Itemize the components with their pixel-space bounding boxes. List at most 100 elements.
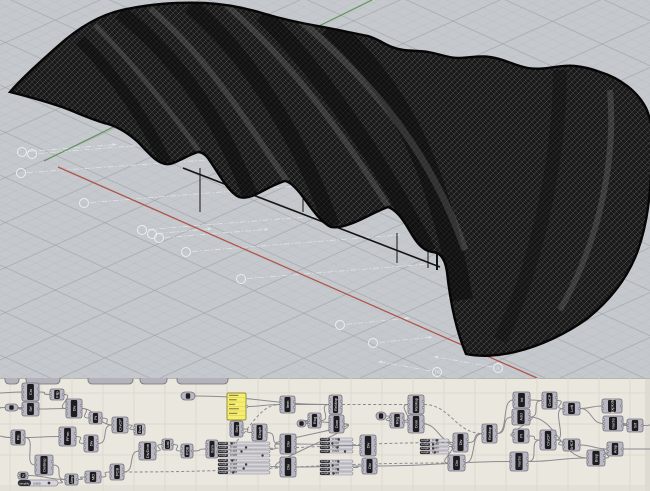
clipped-component-top[interactable] <box>140 378 167 384</box>
gh-node-ccp3[interactable]: CrvCP <box>540 430 557 450</box>
gh-node-rng1[interactable]: Rng <box>308 413 322 428</box>
gh-node-pob[interactable]: POB <box>181 444 194 458</box>
gh-node-ccp2[interactable]: CrvCP <box>542 392 558 409</box>
gh-node-rmp3[interactable]: ReMap <box>482 424 498 443</box>
gh-node-div7[interactable]: Div <box>453 433 469 452</box>
gh-number-slider[interactable]: Length0.380 <box>218 466 270 470</box>
gh-node-num[interactable]: N <box>18 472 29 479</box>
slider-grip[interactable] <box>344 450 346 452</box>
gh-node-dom2[interactable]: Dom <box>408 415 425 433</box>
gh-node-div3[interactable]: Div <box>280 434 297 454</box>
gh-node-sgC[interactable]: Length0.398Length0.020Length0.318Length3… <box>320 437 353 453</box>
gh-node-nrb1[interactable]: Nurbs <box>510 452 529 471</box>
gh-node-label: Div <box>454 460 459 466</box>
gh-node-nrb2[interactable]: Nurbs <box>603 416 624 431</box>
slider-grip[interactable] <box>240 450 242 452</box>
gh-node-exp[interactable]: Explode <box>602 398 623 413</box>
gh-node-itm2[interactable]: Item <box>280 396 296 413</box>
gh-node-pln[interactable]: Pln <box>11 430 26 445</box>
grid-bubble-label: 10 <box>435 370 440 375</box>
gh-node-ccp1[interactable]: CrvCP <box>112 417 129 433</box>
gh-number-slider[interactable]: Length0.905 <box>218 453 270 457</box>
clipped-component-top[interactable] <box>88 378 133 384</box>
gh-node-dvd[interactable]: DivDom <box>139 442 157 460</box>
gh-node-div2[interactable]: Div <box>84 435 99 452</box>
slider-grip[interactable] <box>48 482 51 485</box>
gh-canvas-right-edge <box>645 378 650 491</box>
gh-node-sgB[interactable]: Length0.063Length0.448Length0.380Length0… <box>218 458 270 474</box>
gh-number-slider[interactable]: Length1.030 <box>420 450 449 454</box>
gh-node-label: Div <box>71 406 76 412</box>
gh-number-slider[interactable]: Length0.047 <box>218 441 270 445</box>
gh-node-brep[interactable]: Brep <box>587 450 606 466</box>
clipped-component-top[interactable] <box>5 378 19 384</box>
gh-node-label: Dom <box>334 419 339 428</box>
gh-node-label: DivDom <box>145 443 150 458</box>
slider-name: Length <box>219 453 227 457</box>
slider-grip[interactable] <box>245 446 247 448</box>
gh-number-slider[interactable]: Length0.063 <box>218 458 270 462</box>
slider-grip[interactable] <box>332 472 334 474</box>
gh-number-slider[interactable]: Length0.446 <box>218 445 270 449</box>
gh-node-flip[interactable]: Flip <box>50 389 65 400</box>
gh-node-crv[interactable]: Crv <box>22 383 40 401</box>
slider-grip[interactable] <box>261 454 263 456</box>
gh-node-label: ReMap <box>333 397 338 411</box>
gh-node-del[interactable]: DeBrep <box>35 455 54 475</box>
gh-number-slider[interactable]: Length0.088 <box>320 471 353 475</box>
gh-node-scp[interactable]: SrfCP <box>563 439 581 451</box>
gh-node-amp1[interactable]: Amp <box>65 474 79 485</box>
slider-grip[interactable] <box>245 463 247 465</box>
gh-node-pfr[interactable]: PFrm <box>59 427 77 446</box>
gh-node-sgE[interactable]: Length0.375Length0.080Length0.087Length1… <box>420 438 449 454</box>
gh-node-sgA[interactable]: Length0.047Length0.446Length0.320Length0… <box>218 441 270 457</box>
gh-node-pt2[interactable]: Pt <box>513 429 530 443</box>
gh-node-itm1[interactable]: Item <box>206 440 219 458</box>
gh-node-div8[interactable]: Div <box>448 455 466 471</box>
clipped-component-top[interactable] <box>177 378 228 384</box>
slider-grip[interactable] <box>242 467 244 469</box>
gh-node-cap-l[interactable] <box>5 404 18 411</box>
gh-node-add[interactable]: Add <box>512 409 531 425</box>
gh-node-dom1[interactable]: Dom <box>329 415 345 433</box>
gh-node-rng2[interactable]: Rng <box>390 413 405 428</box>
gh-node-int[interactable]: Int <box>513 392 531 408</box>
gh-number-slider[interactable]: Length0.448 <box>218 462 270 466</box>
gh-node-lst[interactable]: List <box>162 439 174 450</box>
gh-node-rmp1[interactable]: ReMap <box>329 395 343 414</box>
gh-node-cap4[interactable] <box>376 412 386 420</box>
gh-node-amp2[interactable]: Amp <box>607 442 624 456</box>
grasshopper-canvas[interactable]: Crv Flip Srf Div Pt CrvCP Eval Pln PFrm Div DeBrep… <box>0 378 650 491</box>
rhino-perspective-viewport[interactable]: DSEdCfB5A10A <box>0 0 650 378</box>
gh-node-div5[interactable]: Div <box>360 435 377 456</box>
gh-node-div1[interactable]: Div <box>66 399 83 418</box>
gh-node-div6[interactable]: Div <box>362 458 378 474</box>
slider-name: Length <box>321 437 329 441</box>
gh-number-slider[interactable]: Length0.088 <box>218 470 270 474</box>
gh-node-pt1[interactable]: Pt <box>89 412 103 424</box>
gh-number-slider[interactable]: Length0.320 <box>218 449 270 453</box>
grasshopper-canvas-svg: Crv Flip Srf Div Pt CrvCP Eval Pln PFrm Div DeBrep… <box>0 378 650 491</box>
gh-node-label: Item <box>209 444 214 452</box>
gh-node-srf[interactable]: Srf <box>22 402 40 416</box>
gh-node-srf2[interactable]: Srf <box>627 419 644 432</box>
gh-node-rmp2[interactable]: ReMap <box>408 395 425 414</box>
gh-node-panel[interactable] <box>227 393 248 420</box>
gh-node-grf[interactable]: Graph <box>252 424 268 441</box>
gh-node-expr[interactable]: Eval <box>134 424 146 435</box>
gh-node-capm[interactable] <box>297 420 306 427</box>
gh-node-loft[interactable]: Loft <box>563 402 581 415</box>
gh-node-simp[interactable]: simplify0.500 <box>18 480 58 486</box>
gh-node-label: Srf <box>28 406 33 412</box>
gh-node-cap-r[interactable] <box>181 392 195 400</box>
gh-node-pcb[interactable]: PCB <box>110 464 125 480</box>
gh-node-label: Flip <box>54 391 59 398</box>
gh-node-div4[interactable]: Div <box>280 457 297 477</box>
slider-grip[interactable] <box>433 451 435 453</box>
gh-node-label: POB <box>184 446 189 455</box>
gh-number-slider[interactable]: Length3.829 <box>320 449 353 453</box>
gh-node-seq[interactable]: Seq <box>230 421 244 437</box>
slider-grip[interactable] <box>232 471 234 473</box>
gh-node-md[interactable]: MD <box>85 471 102 483</box>
gh-node-sgD[interactable]: Length0.371Length0.035Length0.358Length0… <box>320 459 353 475</box>
